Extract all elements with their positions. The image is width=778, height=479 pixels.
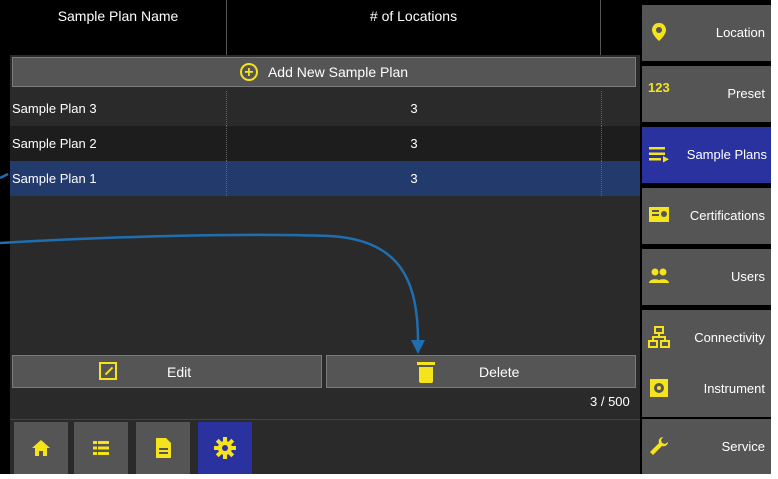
sidebar-item-sample-plans[interactable]: Sample Plans [642,127,771,183]
table-header: Sample Plan Name # of Locations [10,0,640,55]
column-header-name: Sample Plan Name [57,8,179,24]
row-locations: 3 [226,91,602,126]
sidebar-item-label: Preset [727,86,765,101]
users-icon [649,268,669,283]
network-icon [648,326,670,348]
sidebar-item-location[interactable]: Location [642,5,771,61]
delete-button[interactable]: Delete [326,355,636,388]
sidebar-item-label: Certifications [689,208,765,223]
sidebar-item-certifications[interactable]: Certifications [642,188,771,244]
sidebar-item-service[interactable]: Service [642,419,771,474]
row-locations: 3 [226,161,602,196]
row-name: Sample Plan 1 [12,171,97,186]
trash-icon [417,360,435,384]
add-new-sample-plan-label: Add New Sample Plan [267,64,409,80]
sidebar-item-preset[interactable]: 123 Preset [642,66,771,122]
document-icon[interactable] [136,422,190,474]
sidebar-item-label: Users [731,269,765,284]
list-arrow-icon [649,147,669,163]
row-name: Sample Plan 2 [12,136,97,151]
sidebar-item-users[interactable]: Users [642,249,771,305]
wrench-icon [650,437,668,455]
table-row[interactable]: Sample Plan 2 3 [10,126,640,161]
side-menu: Location 123 Preset Sample Plans Certifi… [642,0,771,474]
home-icon[interactable] [14,422,68,474]
sidebar-item-connectivity[interactable]: Connectivity [642,310,771,366]
edit-button[interactable]: Edit [12,355,322,388]
table-row-selected[interactable]: Sample Plan 1 3 [10,161,640,196]
app-window: Sample Plan Name # of Locations + Add Ne… [0,0,771,474]
numbers-123-icon: 123 [648,80,670,95]
instrument-icon [650,379,668,397]
sidebar-item-label: Connectivity [694,330,765,345]
gear-icon[interactable] [198,422,252,474]
column-header-blank [600,0,640,55]
bottom-nav [10,419,640,474]
delete-label: Delete [479,364,520,380]
location-pin-icon [652,23,666,41]
sidebar-item-label: Sample Plans [686,147,767,162]
sample-plan-list: Sample Plan 3 3 Sample Plan 2 3 Sample P… [10,91,640,196]
table-row[interactable]: Sample Plan 3 3 [10,91,640,126]
sidebar-item-label: Instrument [703,381,765,396]
add-new-sample-plan-button[interactable]: + Add New Sample Plan [12,57,636,87]
add-circle-icon: + [239,63,258,81]
edit-label: Edit [167,364,192,380]
list-icon[interactable] [74,422,128,474]
certificate-icon [649,207,669,222]
row-name: Sample Plan 3 [12,101,97,116]
edit-pencil-icon [99,362,117,380]
sidebar-item-instrument[interactable]: Instrument [642,361,771,417]
sidebar-item-label: Location [715,25,765,40]
row-locations: 3 [226,126,602,161]
plan-counter: 3 / 500 [590,394,630,409]
column-header-locations: # of Locations [226,0,600,55]
sidebar-item-label: Service [721,439,765,454]
